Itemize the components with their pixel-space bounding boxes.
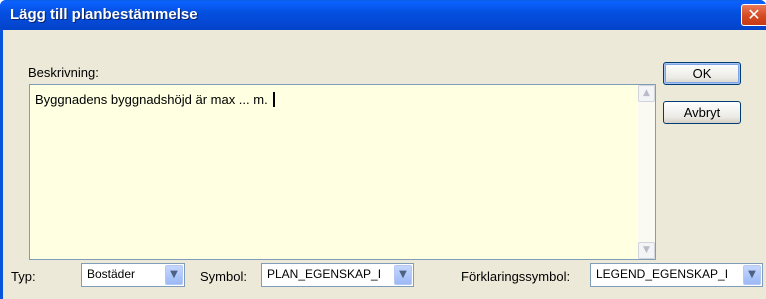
symbol-label: Symbol: [200,269,247,284]
dialog-title: Lägg till planbestämmelse [10,6,198,23]
legend-symbol-select[interactable]: LEGEND_EGENSKAP_I ▼ [590,263,763,287]
title-bar[interactable]: Lägg till planbestämmelse ✕ [0,0,766,30]
legend-symbol-value: LEGEND_EGENSKAP_I [596,267,729,281]
cancel-button[interactable]: Avbryt [663,101,741,124]
scroll-down-icon[interactable]: ▼ [638,242,655,259]
description-text: Byggnadens byggnadshöjd är max ... m. [35,92,275,107]
description-value: Byggnadens byggnadshöjd är max ... m. [35,92,268,107]
close-button[interactable]: ✕ [741,4,766,26]
legend-symbol-label: Förklaringssymbol: [461,269,571,284]
type-label: Typ: [11,269,36,284]
dialog-client-area: Beskrivning: Byggnadens byggnadshöjd är … [3,30,766,299]
type-value: Bostäder [87,267,136,281]
type-select[interactable]: Bostäder ▼ [81,263,185,287]
description-label: Beskrivning: [28,65,99,80]
dialog-window: Lägg till planbestämmelse ✕ Beskrivning:… [0,0,766,299]
description-textarea[interactable]: Byggnadens byggnadshöjd är max ... m. ▲ … [29,84,656,260]
scroll-up-icon[interactable]: ▲ [638,85,655,102]
text-caret [272,92,275,107]
vertical-scrollbar[interactable]: ▲ ▼ [638,85,655,259]
chevron-down-icon[interactable]: ▼ [165,265,183,285]
chevron-down-icon[interactable]: ▼ [743,265,761,285]
symbol-value: PLAN_EGENSKAP_I [267,267,382,281]
chevron-down-icon[interactable]: ▼ [394,265,412,285]
close-icon: ✕ [747,5,761,24]
symbol-select[interactable]: PLAN_EGENSKAP_I ▼ [261,263,414,287]
ok-button[interactable]: OK [663,62,741,85]
